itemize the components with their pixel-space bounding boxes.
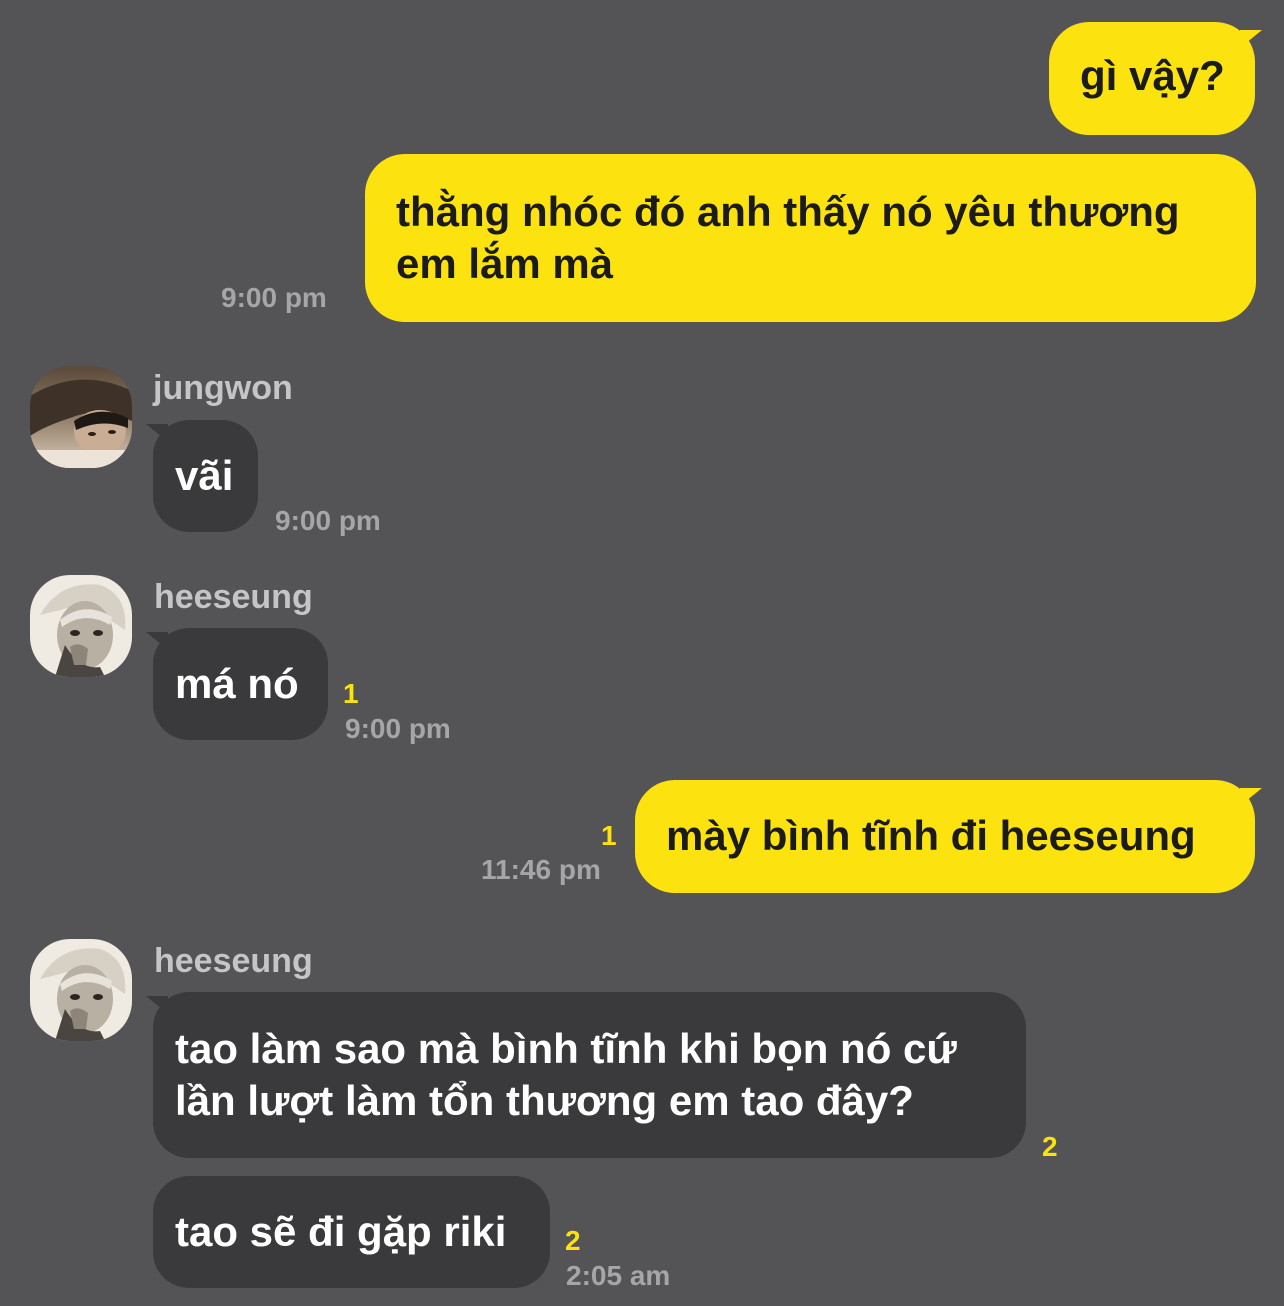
message-text: thằng nhóc đó anh thấy nó yêu thương em … xyxy=(396,188,1180,287)
message-text: má nó xyxy=(175,660,299,707)
message-bubble-outgoing[interactable]: gì vậy? xyxy=(1049,22,1255,135)
avatar-jungwon-image xyxy=(30,366,132,468)
sender-name: heeseung xyxy=(154,578,313,616)
message-bubble-incoming[interactable]: tao làm sao mà bình tĩnh khi bọn nó cứ l… xyxy=(153,992,1026,1158)
unread-count: 2 xyxy=(565,1225,581,1256)
message-timestamp: 9:00 pm xyxy=(221,282,327,313)
message-bubble-incoming[interactable]: má nó xyxy=(153,628,328,740)
avatar-heeseung[interactable] xyxy=(30,575,132,677)
avatar-heeseung-image xyxy=(30,939,132,1041)
avatar-jungwon[interactable] xyxy=(30,366,132,468)
message-timestamp: 9:00 pm xyxy=(345,713,451,744)
unread-count: 2 xyxy=(1042,1131,1058,1162)
message-text: vãi xyxy=(175,452,234,499)
unread-count: 1 xyxy=(343,678,359,709)
sender-name: heeseung xyxy=(154,942,313,980)
unread-count: 1 xyxy=(601,820,617,851)
message-text: tao làm sao mà bình tĩnh khi bọn nó cứ l… xyxy=(175,1025,957,1124)
avatar-heeseung-image xyxy=(30,575,132,677)
message-text: gì vậy? xyxy=(1080,52,1225,99)
message-bubble-outgoing[interactable]: mày bình tĩnh đi heeseung xyxy=(635,780,1255,893)
message-bubble-outgoing[interactable]: thằng nhóc đó anh thấy nó yêu thương em … xyxy=(365,154,1256,322)
bubble-tail xyxy=(1240,30,1262,48)
message-timestamp: 2:05 am xyxy=(566,1260,671,1291)
chat-screen: { "messages": [ {"id": "m1", "direction"… xyxy=(0,0,1284,1306)
message-bubble-incoming[interactable]: tao sẽ đi gặp riki xyxy=(153,1176,550,1288)
avatar-heeseung[interactable] xyxy=(30,939,132,1041)
message-timestamp: 11:46 pm xyxy=(481,854,601,885)
bubble-tail xyxy=(1240,788,1262,806)
sender-name: jungwon xyxy=(153,369,293,407)
message-text: mày bình tĩnh đi heeseung xyxy=(666,812,1196,859)
message-timestamp: 9:00 pm xyxy=(275,505,381,536)
message-text: tao sẽ đi gặp riki xyxy=(175,1208,507,1255)
message-bubble-incoming[interactable]: vãi xyxy=(153,420,258,532)
